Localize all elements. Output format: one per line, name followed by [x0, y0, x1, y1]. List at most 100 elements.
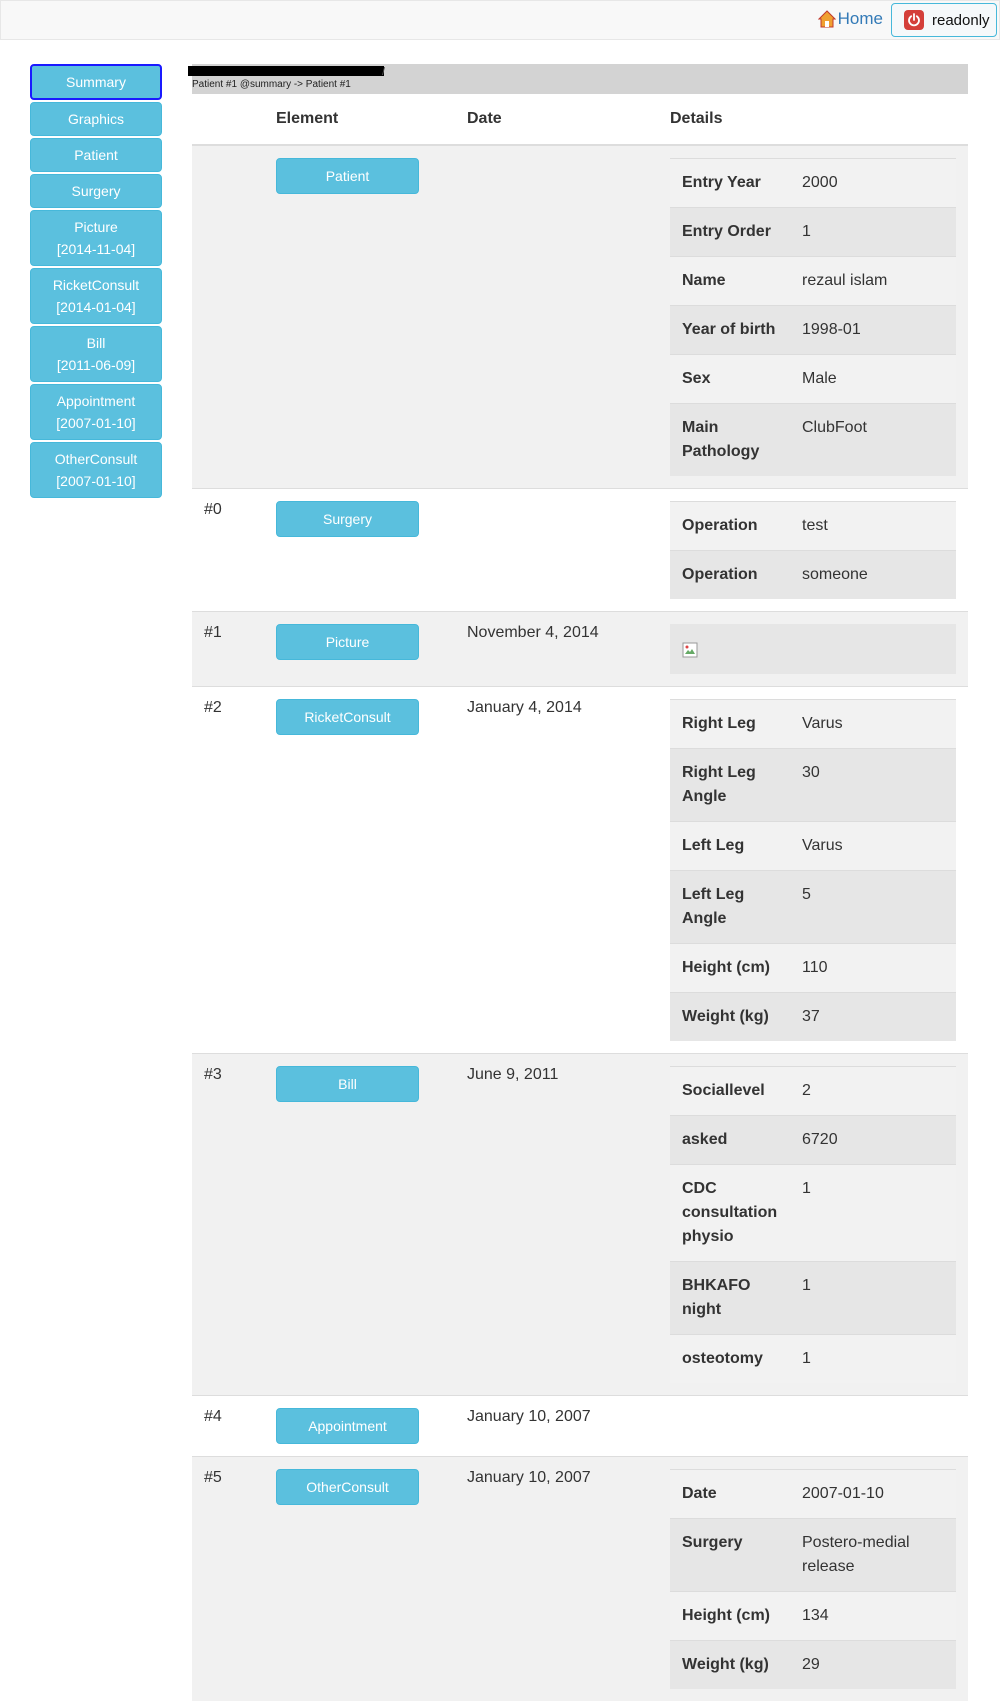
detail-value: 2007-01-10 — [790, 1470, 956, 1519]
entries-table: Element Date Details PatientEntry Year20… — [192, 94, 968, 1701]
detail-row: Height (cm)134 — [670, 1592, 956, 1641]
sidebar-item-appointment[interactable]: Appointment[2007-01-10] — [30, 384, 162, 440]
detail-value: 30 — [790, 749, 956, 822]
row-details-cell — [658, 1396, 968, 1457]
details-table: Sociallevel2asked6720CDC consultation ph… — [670, 1066, 956, 1383]
detail-row: Weight (kg)37 — [670, 993, 956, 1042]
detail-value: 1 — [790, 1165, 956, 1262]
detail-value: 1 — [790, 208, 956, 257]
detail-value: 2 — [790, 1067, 956, 1116]
sidebar-item-date: [2014-11-04] — [35, 238, 157, 260]
row-index: #0 — [192, 489, 264, 612]
detail-key: asked — [670, 1116, 790, 1165]
detail-row: Operationtest — [670, 502, 956, 551]
row-details-cell: Date2007-01-10SurgeryPostero-medial rele… — [658, 1457, 968, 1701]
readonly-button[interactable]: readonly — [891, 3, 997, 37]
detail-row: osteotomy1 — [670, 1335, 956, 1384]
home-link[interactable]: Home — [818, 9, 883, 29]
detail-value: someone — [790, 551, 956, 600]
row-date: June 9, 2011 — [455, 1054, 658, 1396]
detail-row: SexMale — [670, 355, 956, 404]
row-element-cell: Patient — [264, 145, 455, 489]
detail-value: 2000 — [790, 159, 956, 208]
detail-key: CDC consultation physio — [670, 1165, 790, 1262]
top-navbar: Home readonly — [0, 0, 1000, 40]
detail-value: 1998-01 — [790, 306, 956, 355]
detail-value: 1 — [790, 1335, 956, 1384]
detail-key: Right Leg — [670, 700, 790, 749]
detail-key: Operation — [670, 551, 790, 600]
row-date: January 10, 2007 — [455, 1396, 658, 1457]
detail-key: osteotomy — [670, 1335, 790, 1384]
element-button-picture[interactable]: Picture — [276, 624, 419, 660]
detail-value: Male — [790, 355, 956, 404]
row-index: #5 — [192, 1457, 264, 1701]
sidebar-item-otherconsult[interactable]: OtherConsult[2007-01-10] — [30, 442, 162, 498]
detail-value: 5 — [790, 871, 956, 944]
home-label: Home — [838, 9, 883, 29]
detail-row: Sociallevel2 — [670, 1067, 956, 1116]
detail-key: Year of birth — [670, 306, 790, 355]
sidebar-item-ricketconsult[interactable]: RicketConsult[2014-01-04] — [30, 268, 162, 324]
detail-key: Weight (kg) — [670, 1641, 790, 1690]
detail-row: Left Leg Angle5 — [670, 871, 956, 944]
element-button-bill[interactable]: Bill — [276, 1066, 419, 1102]
sidebar-item-date: [2011-06-09] — [35, 354, 157, 376]
detail-key: Right Leg Angle — [670, 749, 790, 822]
detail-row: Left LegVarus — [670, 822, 956, 871]
detail-key: Weight (kg) — [670, 993, 790, 1042]
sidebar-item-graphics[interactable]: Graphics — [30, 102, 162, 136]
detail-value: Postero-medial release — [790, 1519, 956, 1592]
element-button-otherconsult[interactable]: OtherConsult — [276, 1469, 419, 1505]
element-button-surgery[interactable]: Surgery — [276, 501, 419, 537]
detail-row: BHKAFO night1 — [670, 1262, 956, 1335]
row-details-cell: Sociallevel2asked6720CDC consultation ph… — [658, 1054, 968, 1396]
sidebar-item-label: Surgery — [71, 183, 120, 199]
table-row: #5OtherConsultJanuary 10, 2007Date2007-0… — [192, 1457, 968, 1701]
table-row: #2 RicketConsult January 4, 2014Right LegV… — [192, 687, 968, 1054]
detail-key: Surgery — [670, 1519, 790, 1592]
column-header-index — [192, 94, 264, 145]
sidebar-item-label: Appointment — [35, 390, 157, 412]
sidebar-item-label: Bill — [35, 332, 157, 354]
detail-key: Sex — [670, 355, 790, 404]
detail-key: Name — [670, 257, 790, 306]
breadcrumb-text: Patient #1 @summary -> Patient #1 — [192, 79, 351, 91]
detail-row: Date2007-01-10 — [670, 1470, 956, 1519]
sidebar-item-date: [2007-01-10] — [35, 412, 157, 434]
row-index — [192, 145, 264, 489]
detail-key: Sociallevel — [670, 1067, 790, 1116]
details-table: Right LegVarusRight Leg Angle30Left LegV… — [670, 699, 956, 1041]
picture-thumbnail[interactable] — [670, 624, 956, 674]
main-content: / Patient #1 @summary -> Patient #1 Elem… — [192, 64, 968, 1701]
detail-row: asked6720 — [670, 1116, 956, 1165]
row-date: January 4, 2014 — [455, 687, 658, 1054]
detail-key: Operation — [670, 502, 790, 551]
element-button-ricketconsult[interactable]: RicketConsult — [276, 699, 419, 735]
entries-body: Patient Entry Year2000Entry Order1Namerez… — [192, 145, 968, 1701]
column-header-date: Date — [455, 94, 658, 145]
table-row: #3BillJune 9, 2011Sociallevel2asked6720C… — [192, 1054, 968, 1396]
element-button-patient[interactable]: Patient — [276, 158, 419, 194]
sidebar-item-surgery[interactable]: Surgery — [30, 174, 162, 208]
broken-image-icon — [682, 642, 698, 658]
detail-value: 37 — [790, 993, 956, 1042]
detail-value: 6720 — [790, 1116, 956, 1165]
detail-row: Year of birth1998-01 — [670, 306, 956, 355]
row-index: #2 — [192, 687, 264, 1054]
readonly-label: readonly — [932, 12, 990, 29]
sidebar-item-picture[interactable]: Picture[2014-11-04] — [30, 210, 162, 266]
row-details-cell: Entry Year2000Entry Order1Namerezaul isl… — [658, 145, 968, 489]
sidebar-item-label: Graphics — [68, 111, 124, 127]
sidebar-item-bill[interactable]: Bill[2011-06-09] — [30, 326, 162, 382]
element-button-appointment[interactable]: Appointment — [276, 1408, 419, 1444]
detail-row: Right Leg Angle30 — [670, 749, 956, 822]
sidebar-item-date: [2014-01-04] — [35, 296, 157, 318]
row-index: #1 — [192, 612, 264, 687]
row-element-cell: OtherConsult — [264, 1457, 455, 1701]
sidebar-item-patient[interactable]: Patient — [30, 138, 162, 172]
detail-row: Entry Order1 — [670, 208, 956, 257]
sidebar-item-summary[interactable]: Summary — [30, 64, 162, 100]
breadcrumb-separator: / — [382, 66, 385, 78]
table-row: #4AppointmentJanuary 10, 2007 — [192, 1396, 968, 1457]
